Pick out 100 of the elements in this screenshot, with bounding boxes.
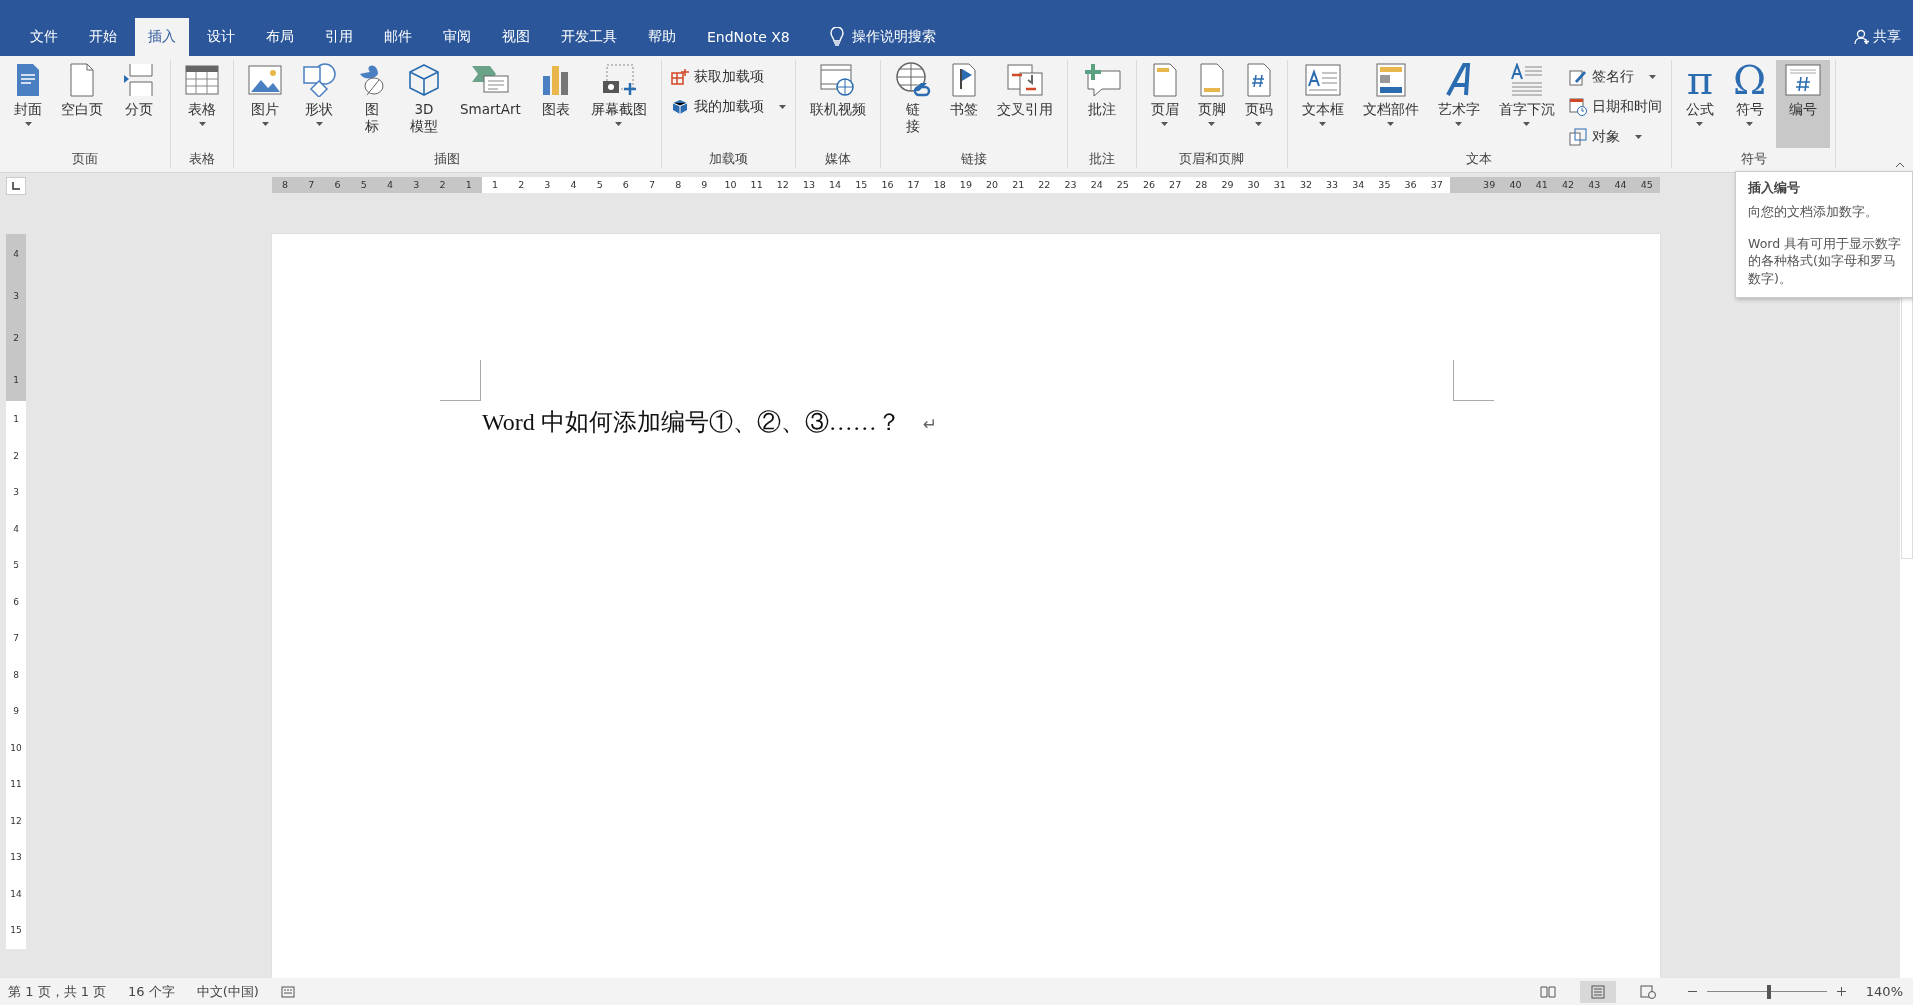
page-break-icon [122,62,156,98]
status-text[interactable]: 中文(中国) [196,982,259,1001]
ruler-number: 10 [9,741,23,755]
ribbon-button[interactable]: 编号 [1776,60,1831,148]
ruler-number: 40 [1508,178,1523,192]
collapse-ribbon-icon[interactable] [1895,162,1905,168]
bookmark-flag-icon [949,62,978,98]
ribbon-button[interactable]: 分页 [113,60,165,148]
ruler-number: 8 [674,178,683,192]
print-layout-icon[interactable] [1579,980,1616,1003]
table-icon [185,62,219,98]
ribbon-button[interactable]: 文档部件 [1353,60,1428,148]
ribbon-button[interactable]: 批注 [1072,60,1131,148]
ribbon-button[interactable]: 交叉引用 [987,60,1062,148]
ruler-number: 20 [985,178,1000,192]
ruler-number: 1 [12,375,20,385]
status-text[interactable]: 16 个字 [128,982,175,1001]
ribbon-button[interactable]: SmartArt [451,60,530,148]
ruler-number: 18 [932,178,947,192]
zoom-level[interactable]: 140% [1865,984,1903,999]
ribbon-button[interactable]: 页码 [1235,60,1282,148]
ruler-number: 4 [386,178,395,192]
ruler-number: 9 [12,705,20,718]
ruler-number: 4 [12,522,20,536]
ribbon-button[interactable]: 页眉 [1141,60,1188,148]
ribbon-button[interactable]: 图片 [239,60,291,148]
ruler-number: 36 [1403,178,1418,192]
ribbon-tab[interactable]: 审阅 [430,18,484,56]
ribbon-button[interactable]: 首字下沉 [1489,60,1564,148]
ribbon-button[interactable]: 封面 [5,60,51,148]
object-frame-icon [1568,128,1587,146]
ruler-number: 6 [12,595,20,609]
ruler-number: 30 [1246,178,1261,192]
ruler-number: 10 [723,178,738,192]
ruler-number: 42 [1560,178,1576,192]
ribbon-button[interactable]: 链 接 [885,60,940,148]
ribbon-tab[interactable]: 文件 [17,18,71,56]
margin-corner-mark [1453,360,1494,401]
hash-page-icon [1785,62,1822,98]
ribbon-button[interactable]: Ω 符号 [1723,60,1776,148]
ribbon-button[interactable]: π 公式 [1676,60,1723,148]
group-label: 媒体 [824,150,851,168]
tell-me-search[interactable]: 操作说明搜索 [843,18,944,56]
ribbon-button[interactable]: 我的加载项 [666,94,790,120]
ruler-number: 1 [12,413,20,426]
ribbon-button[interactable]: 文本框 [1292,60,1353,148]
share-button[interactable]: 共享 [1842,18,1913,56]
document-parts-icon [1375,62,1406,98]
ruler-number: 3 [412,178,421,192]
ribbon-button[interactable]: 表格 [176,60,228,148]
ruler-number: 13 [9,851,23,864]
ruler-number: 5 [359,178,368,192]
ruler-number: 25 [1115,178,1130,192]
ribbon-tab[interactable]: 布局 [253,18,307,56]
margin-corner-mark [440,360,481,401]
ruler-number: 1 [491,178,500,192]
ruler-number: 35 [1377,178,1392,192]
ribbon-tab[interactable]: 设计 [194,18,248,56]
ruler-number: 5 [595,178,604,192]
ribbon-tab[interactable]: 开始 [76,18,130,56]
ribbon-tab[interactable]: 帮助 [635,18,689,56]
ruler-number: 19 [958,178,973,192]
ruler-number: 45 [1639,178,1654,192]
ribbon-button[interactable]: 图表 [530,60,581,148]
ribbon-button[interactable]: 日期和时间 [1564,94,1666,120]
ribbon-button[interactable]: 签名行 [1564,64,1666,90]
ruler-number: 15 [9,924,23,937]
tab-selector-icon[interactable] [6,177,26,195]
ribbon-button[interactable]: 空白页 [52,60,112,148]
ribbon-button[interactable]: 页脚 [1188,60,1235,148]
ribbon-button[interactable]: 获取加载项 [666,64,790,90]
ruler-number: 34 [1351,178,1366,192]
ruler-number: 13 [801,178,816,192]
group-label: 页面 [72,150,98,168]
group-label: 链接 [960,150,987,168]
ribbon-button[interactable]: 屏幕截图 [581,60,656,148]
cube-icon [407,62,441,98]
ribbon-button[interactable]: 艺术字 [1428,60,1489,148]
status-text[interactable]: 第 1 页，共 1 页 [8,982,107,1001]
ribbon-tab[interactable]: 视图 [489,18,543,56]
ruler-number: 27 [1168,178,1183,192]
ribbon-button[interactable]: 图 标 [347,60,397,148]
pi-icon: π [1686,62,1714,98]
ribbon-button[interactable]: 3D 模型 [398,60,450,148]
ribbon-button[interactable]: 形状 [292,60,346,148]
ribbon-tab[interactable]: 开发工具 [548,18,630,56]
ruler-number: 12 [775,178,790,192]
ribbon-button[interactable]: 对象 [1564,124,1666,150]
ribbon-tab[interactable]: 插入 [135,18,189,56]
zoom-in-icon[interactable] [1836,987,1846,996]
text-box-icon [1304,62,1341,98]
ruler-number: 8 [281,178,290,192]
ribbon-button[interactable]: 联机视频 [800,60,875,148]
zoom-slider[interactable] [1704,984,1829,999]
cross-reference-icon [1005,62,1044,98]
ribbon-tab[interactable]: 引用 [312,18,366,56]
ribbon-tab[interactable]: EndNote X8 [694,18,803,56]
ribbon-button[interactable]: 书签 [940,60,987,148]
zoom-slider-thumb[interactable] [1766,984,1771,999]
ribbon-tab[interactable]: 邮件 [371,18,425,56]
